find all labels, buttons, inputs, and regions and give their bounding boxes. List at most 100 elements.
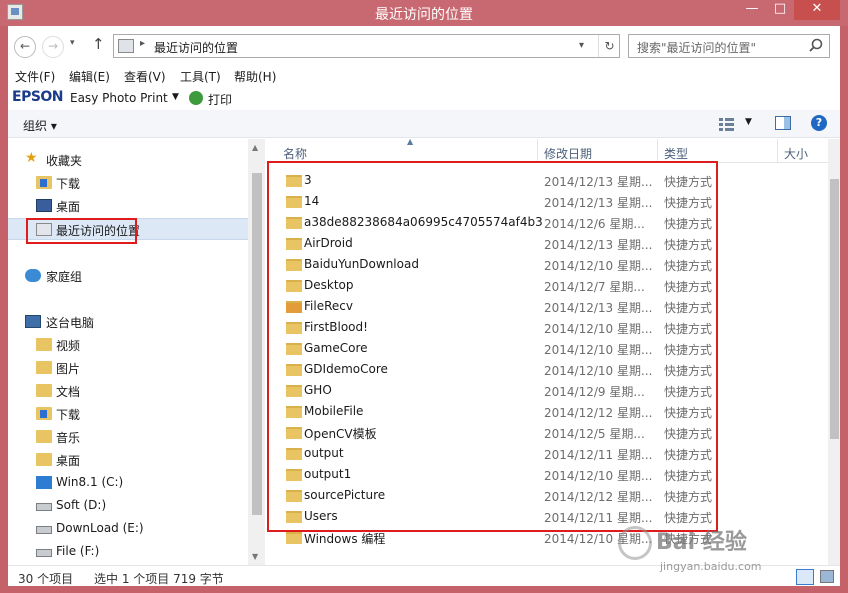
selection-info: 选中 1 个项目 719 字节 xyxy=(94,572,224,586)
documents-folder-icon xyxy=(36,384,52,397)
menu-file[interactable]: 文件(F) xyxy=(15,68,55,85)
scrollbar-thumb[interactable] xyxy=(252,173,262,515)
search-input[interactable]: 搜索"最近访问的位置" xyxy=(628,34,830,58)
menu-view[interactable]: 查看(V) xyxy=(124,68,166,85)
downloads-folder-icon xyxy=(36,407,52,420)
address-toolbar: ← → ▾ ↑ ▸ 最近访问的位置 ▾ ↻ 搜索"最近访问的位置" xyxy=(8,26,840,64)
navigation-pane: ★ 收藏夹 下载 桌面 最近访问的位置 家庭组 这台电脑 视频 图片 文档 下载… xyxy=(8,139,248,565)
tree-homegroup[interactable]: 家庭组 xyxy=(8,265,248,287)
tree-label: 这台电脑 xyxy=(46,316,95,330)
epson-logo: EPSON xyxy=(12,89,64,105)
tree-label: File (F:) xyxy=(56,544,100,558)
details-view-icon[interactable] xyxy=(796,569,814,585)
up-arrow-icon[interactable]: ↑ xyxy=(92,35,105,53)
tree-music[interactable]: 音乐 xyxy=(8,426,248,448)
item-count: 30 个项目 xyxy=(18,572,74,586)
tree-pictures[interactable]: 图片 xyxy=(8,357,248,379)
tree-documents[interactable]: 文档 xyxy=(8,380,248,402)
organize-button[interactable]: 组织 ▾ xyxy=(23,117,57,134)
tree-label: 文档 xyxy=(56,385,81,399)
tree-label: 桌面 xyxy=(56,454,81,468)
column-divider[interactable] xyxy=(537,139,538,163)
title-bar: 最近访问的位置 — □ ✕ xyxy=(0,0,848,26)
tree-label: Win8.1 (C:) xyxy=(56,475,124,489)
chevron-down-icon[interactable]: ▾ xyxy=(579,40,584,51)
watermark-text: Bai 经验 xyxy=(656,530,747,555)
tree-desktop[interactable]: 桌面 xyxy=(8,449,248,471)
tree-drive-f[interactable]: File (F:) xyxy=(8,541,248,563)
folder-shortcut-icon xyxy=(286,532,302,544)
tree-label: Soft (D:) xyxy=(56,498,107,512)
recent-locations-dropdown-icon[interactable]: ▾ xyxy=(70,38,75,48)
downloads-folder-icon xyxy=(36,176,52,189)
file-name: Windows 编程 xyxy=(304,532,386,546)
help-icon[interactable]: ? xyxy=(811,115,827,131)
star-icon: ★ xyxy=(25,150,38,166)
column-divider[interactable] xyxy=(657,139,658,163)
chevron-down-icon[interactable]: ▼ xyxy=(745,117,752,127)
baidu-paw-logo xyxy=(618,526,652,560)
tree-favorites-downloads[interactable]: 下载 xyxy=(8,172,248,194)
drive-icon xyxy=(36,526,52,534)
menu-tools[interactable]: 工具(T) xyxy=(180,68,221,85)
close-button[interactable]: ✕ xyxy=(794,0,840,20)
print-button[interactable]: 打印 xyxy=(208,91,232,108)
column-divider[interactable] xyxy=(777,139,778,163)
nav-scrollbar[interactable]: ▲ ▼ xyxy=(248,139,265,565)
column-size[interactable]: 大小 xyxy=(784,145,808,162)
window-title: 最近访问的位置 xyxy=(375,7,473,23)
watermark-url: jingyan.baidu.com xyxy=(660,560,762,573)
column-header: ▲ 名称 修改日期 类型 大小 xyxy=(266,139,828,163)
tree-favorites[interactable]: ★ 收藏夹 xyxy=(8,149,248,171)
chevron-down-icon[interactable]: ▼ xyxy=(172,92,179,102)
scroll-up-icon[interactable]: ▲ xyxy=(252,143,258,152)
chevron-right-icon[interactable]: ▸ xyxy=(140,38,145,49)
tree-label: 家庭组 xyxy=(46,270,83,284)
drive-icon xyxy=(36,549,52,557)
tree-label: 视频 xyxy=(56,339,81,353)
view-options-icon[interactable] xyxy=(718,117,736,131)
large-icons-view-icon[interactable] xyxy=(820,570,834,583)
sort-ascending-icon: ▲ xyxy=(407,139,414,146)
tree-videos[interactable]: 视频 xyxy=(8,334,248,356)
epson-product-button[interactable]: Easy Photo Print xyxy=(70,91,168,105)
recent-places-icon xyxy=(118,39,134,53)
menu-help[interactable]: 帮助(H) xyxy=(234,68,276,85)
column-name[interactable]: 名称 xyxy=(283,145,307,162)
tree-this-pc[interactable]: 这台电脑 xyxy=(8,311,248,333)
back-button[interactable]: ← xyxy=(14,36,36,58)
tree-label: DownLoad (E:) xyxy=(56,521,144,535)
file-list-scrollbar[interactable] xyxy=(828,139,840,565)
forward-button[interactable]: → xyxy=(42,36,64,58)
address-bar[interactable]: ▸ 最近访问的位置 ▾ ↻ xyxy=(113,34,620,58)
tree-label: 音乐 xyxy=(56,431,81,445)
tree-label: 桌面 xyxy=(56,200,81,214)
preview-pane-icon[interactable] xyxy=(775,116,791,130)
tree-label: 下载 xyxy=(56,408,81,422)
drive-icon xyxy=(36,503,52,511)
address-path[interactable]: 最近访问的位置 xyxy=(154,39,238,56)
explorer-window: ← → ▾ ↑ ▸ 最近访问的位置 ▾ ↻ 搜索"最近访问的位置" 文件(F) … xyxy=(8,26,840,586)
column-modified[interactable]: 修改日期 xyxy=(544,145,592,162)
tree-label: 下载 xyxy=(56,177,81,191)
tree-label: 收藏夹 xyxy=(46,154,83,168)
tree-downloads[interactable]: 下载 xyxy=(8,403,248,425)
maximize-button[interactable]: □ xyxy=(766,0,794,20)
column-type[interactable]: 类型 xyxy=(664,145,688,162)
search-icon[interactable] xyxy=(807,37,825,55)
tree-label: 图片 xyxy=(56,362,81,376)
scrollbar-thumb[interactable] xyxy=(830,179,839,439)
desktop-icon xyxy=(36,199,52,212)
scroll-down-icon[interactable]: ▼ xyxy=(252,552,258,561)
refresh-icon[interactable]: ↻ xyxy=(598,35,620,57)
tree-favorites-desktop[interactable]: 桌面 xyxy=(8,195,248,217)
tree-drive-c[interactable]: Win8.1 (C:) xyxy=(8,472,248,494)
tree-drive-e[interactable]: DownLoad (E:) xyxy=(8,518,248,540)
print-icon[interactable] xyxy=(189,91,203,105)
tree-drive-d[interactable]: Soft (D:) xyxy=(8,495,248,517)
menu-edit[interactable]: 编辑(E) xyxy=(69,68,110,85)
minimize-button[interactable]: — xyxy=(738,0,766,20)
watermark: Bai 经验 jingyan.baidu.com xyxy=(656,524,762,573)
pictures-folder-icon xyxy=(36,361,52,374)
highlight-box xyxy=(26,218,137,244)
